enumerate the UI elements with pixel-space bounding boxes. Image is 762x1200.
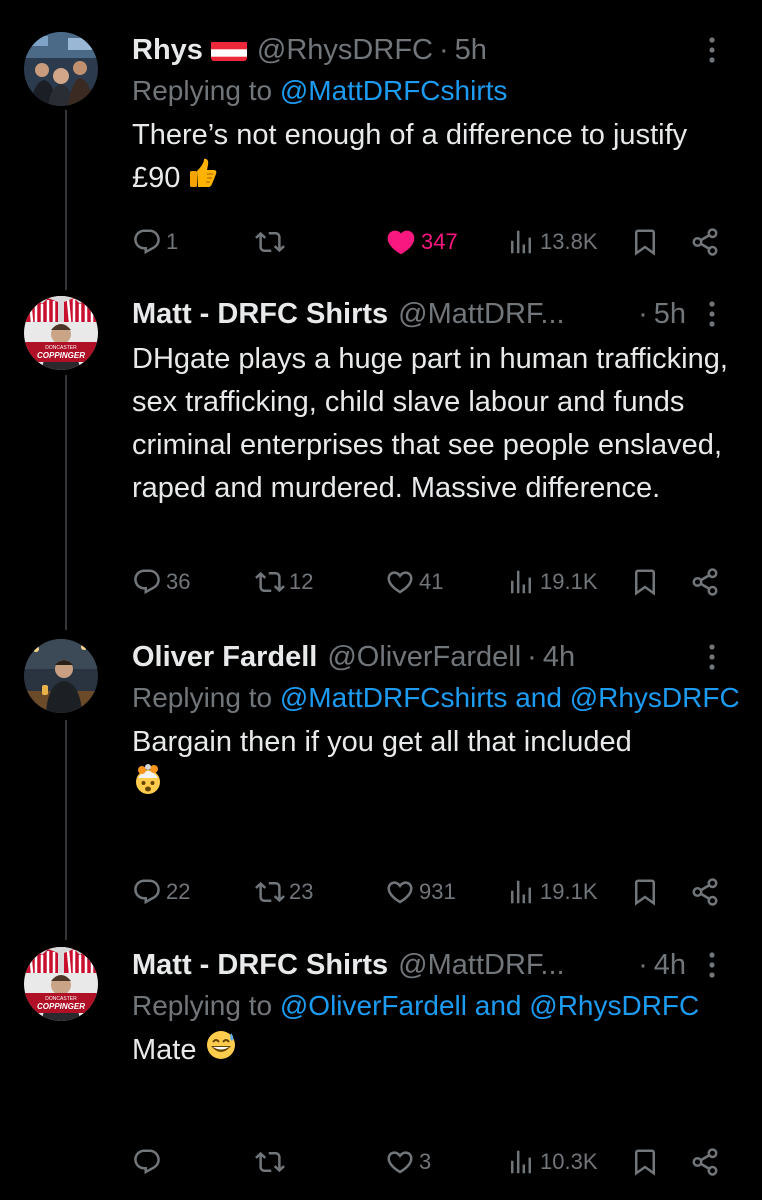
bookmark-button[interactable] <box>630 562 660 602</box>
exploding-head-emoji-icon <box>132 764 164 809</box>
separator-dot: · <box>527 640 537 673</box>
retweet-button[interactable] <box>255 1142 289 1182</box>
user-handle[interactable]: @OliverFardell <box>327 641 521 674</box>
replying-to-link[interactable]: @MattDRFCshirts <box>280 75 508 106</box>
like-button[interactable]: 347 <box>385 222 458 262</box>
retweet-button[interactable]: 23 <box>255 872 313 912</box>
share-button[interactable] <box>690 562 720 602</box>
view-count: 19.1K <box>540 879 598 904</box>
timestamp[interactable]: 4h <box>543 641 575 674</box>
views-button[interactable]: 19.1K <box>506 872 598 912</box>
replying-to-label: Replying to <box>132 990 273 1021</box>
reply-button[interactable] <box>132 1142 166 1182</box>
reply-count: 22 <box>166 879 191 904</box>
like-button[interactable]: 41 <box>385 562 443 602</box>
like-count: 3 <box>419 1149 432 1174</box>
tweet-text-body: Mate <box>132 1034 197 1067</box>
tweet-text: There’s not enough of a difference to ju… <box>132 114 742 202</box>
replying-to-label: Replying to <box>132 75 273 106</box>
separator-dot: · <box>438 33 449 66</box>
view-count: 19.1K <box>540 569 598 594</box>
grinning-sweat-emoji-icon <box>205 1029 237 1074</box>
reply-count: 1 <box>166 229 179 254</box>
views-button[interactable]: 13.8K <box>506 222 598 262</box>
avatar[interactable] <box>24 32 98 106</box>
tweet-text: DHgate plays a huge part in human traffi… <box>132 343 728 504</box>
reply-count: 36 <box>166 569 191 594</box>
thumbs-up-emoji-icon <box>188 157 218 202</box>
display-name[interactable]: Matt - DRFC Shirts <box>132 298 388 331</box>
separator-dot: · <box>638 948 648 981</box>
replying-to-label: Replying to <box>132 682 273 713</box>
tweet-header: Oliver Fardell @OliverFardell · 4h <box>132 637 742 677</box>
tweet-actions: 22 23 931 19.1K <box>0 872 762 912</box>
views-button[interactable]: 19.1K <box>506 562 598 602</box>
user-handle[interactable]: @MattDRF... <box>398 298 564 331</box>
like-count: 931 <box>419 879 456 904</box>
more-options-icon[interactable] <box>700 639 724 675</box>
display-name[interactable]: Matt - DRFC Shirts <box>132 949 388 982</box>
view-count: 10.3K <box>540 1149 598 1174</box>
avatar[interactable] <box>24 947 98 1021</box>
tweet-header: Matt - DRFC Shirts @MattDRF... · 5h <box>132 294 742 334</box>
bookmark-button[interactable] <box>630 872 660 912</box>
tweet-actions: 1 347 13.8K <box>0 222 762 262</box>
share-button[interactable] <box>690 222 720 262</box>
austria-flag-icon <box>210 39 247 61</box>
more-options-icon[interactable] <box>700 296 724 332</box>
thread-line-1 <box>65 110 67 290</box>
like-count: 347 <box>421 229 458 254</box>
retweet-button[interactable]: 12 <box>255 562 313 602</box>
user-handle[interactable]: @MattDRF... <box>398 949 564 982</box>
display-name[interactable]: Rhys <box>132 34 203 67</box>
bookmark-button[interactable] <box>630 1142 660 1182</box>
reply-button[interactable]: 22 <box>132 872 190 912</box>
replying-to: Replying to @MattDRFCshirts <box>132 70 742 112</box>
tweet-header: Matt - DRFC Shirts @MattDRF... · 4h <box>132 945 742 985</box>
more-options-icon[interactable] <box>700 947 724 983</box>
retweet-count: 12 <box>289 569 314 594</box>
like-count: 41 <box>419 569 444 594</box>
retweet-count: 23 <box>289 879 314 904</box>
bookmark-button[interactable] <box>630 222 660 262</box>
timestamp[interactable]: 5h <box>654 298 686 331</box>
reply-button[interactable]: 1 <box>132 222 178 262</box>
tweet-actions: 36 12 41 19.1K <box>0 562 762 602</box>
display-name[interactable]: Oliver Fardell <box>132 641 317 674</box>
like-button[interactable]: 931 <box>385 872 456 912</box>
reply-button[interactable]: 36 <box>132 562 190 602</box>
share-button[interactable] <box>690 1142 720 1182</box>
share-button[interactable] <box>690 872 720 912</box>
timestamp[interactable]: 4h <box>654 949 686 982</box>
user-handle[interactable]: @RhysDRFC <box>257 34 433 67</box>
replying-to-link[interactable]: @OliverFardell and @RhysDRFC <box>280 990 699 1021</box>
timestamp[interactable]: 5h <box>455 34 487 67</box>
tweet-text-body: Bargain then if you get all that include… <box>132 726 632 758</box>
replying-to: Replying to @MattDRFCshirts and @RhysDRF… <box>132 677 742 719</box>
tweet-actions: 3 10.3K <box>0 1142 762 1182</box>
like-button[interactable]: 3 <box>385 1142 431 1182</box>
avatar[interactable] <box>24 296 98 370</box>
replying-to-link[interactable]: @MattDRFCshirts and @RhysDRFC <box>280 682 740 713</box>
tweet-text: Mate <box>132 1029 742 1074</box>
tweet-header: Rhys @RhysDRFC · 5h <box>132 30 742 70</box>
views-button[interactable]: 10.3K <box>506 1142 598 1182</box>
tweet-text: Bargain then if you get all that include… <box>132 721 742 809</box>
more-options-icon[interactable] <box>700 32 724 68</box>
separator-dot: · <box>638 297 648 330</box>
avatar[interactable] <box>24 639 98 713</box>
view-count: 13.8K <box>540 229 598 254</box>
replying-to: Replying to @OliverFardell and @RhysDRFC <box>132 985 742 1027</box>
retweet-button[interactable] <box>255 222 289 262</box>
